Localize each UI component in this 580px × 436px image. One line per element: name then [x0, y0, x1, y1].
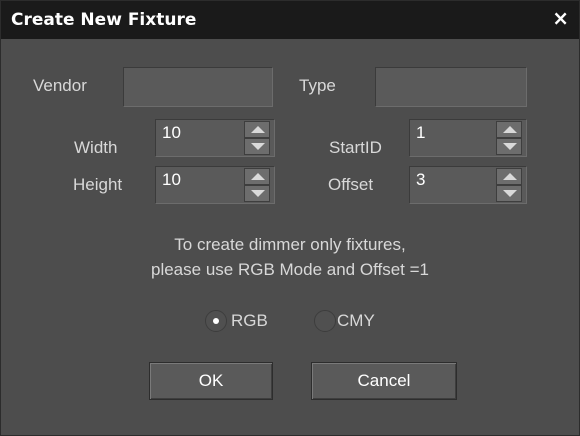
startid-input[interactable]: 1 — [409, 119, 527, 157]
type-label: Type — [299, 76, 336, 95]
radio-cmy[interactable] — [314, 310, 336, 332]
spin-up-icon[interactable] — [244, 168, 270, 185]
info-line-2: please use RGB Mode and Offset =1 — [151, 260, 429, 279]
startid-label: StartID — [329, 138, 382, 157]
offset-value: 3 — [416, 170, 426, 189]
width-value: 10 — [162, 123, 181, 142]
width-stepper[interactable] — [244, 121, 270, 155]
spin-up-icon[interactable] — [496, 168, 522, 185]
offset-stepper[interactable] — [496, 168, 522, 202]
info-line-1: To create dimmer only fixtures, — [174, 235, 406, 254]
height-value: 10 — [162, 170, 181, 189]
spin-down-icon[interactable] — [496, 185, 522, 202]
cancel-button[interactable]: Cancel — [311, 362, 457, 400]
type-input[interactable] — [375, 67, 527, 107]
title-bar[interactable]: Create New Fixture × — [1, 1, 579, 39]
ok-button[interactable]: OK — [149, 362, 273, 400]
vendor-label: Vendor — [33, 76, 87, 95]
spin-down-icon[interactable] — [496, 138, 522, 155]
spin-down-icon[interactable] — [244, 185, 270, 202]
radio-rgb[interactable] — [205, 310, 227, 332]
spin-up-icon[interactable] — [496, 121, 522, 138]
startid-value: 1 — [416, 123, 426, 142]
height-input[interactable]: 10 — [155, 166, 275, 204]
vendor-input[interactable] — [123, 67, 273, 107]
close-icon[interactable]: × — [552, 8, 569, 28]
height-stepper[interactable] — [244, 168, 270, 202]
startid-stepper[interactable] — [496, 121, 522, 155]
offset-input[interactable]: 3 — [409, 166, 527, 204]
dialog-title: Create New Fixture — [11, 10, 197, 30]
width-input[interactable]: 10 — [155, 119, 275, 157]
radio-selected-dot — [213, 318, 219, 324]
width-label: Width — [74, 138, 118, 157]
radio-cmy-label[interactable]: CMY — [337, 311, 375, 331]
height-label: Height — [73, 175, 123, 194]
radio-rgb-label[interactable]: RGB — [231, 311, 268, 331]
create-new-fixture-dialog: Create New Fixture × Vendor Type Width 1… — [0, 0, 580, 436]
spin-up-icon[interactable] — [244, 121, 270, 138]
offset-label: Offset — [328, 175, 374, 194]
spin-down-icon[interactable] — [244, 138, 270, 155]
